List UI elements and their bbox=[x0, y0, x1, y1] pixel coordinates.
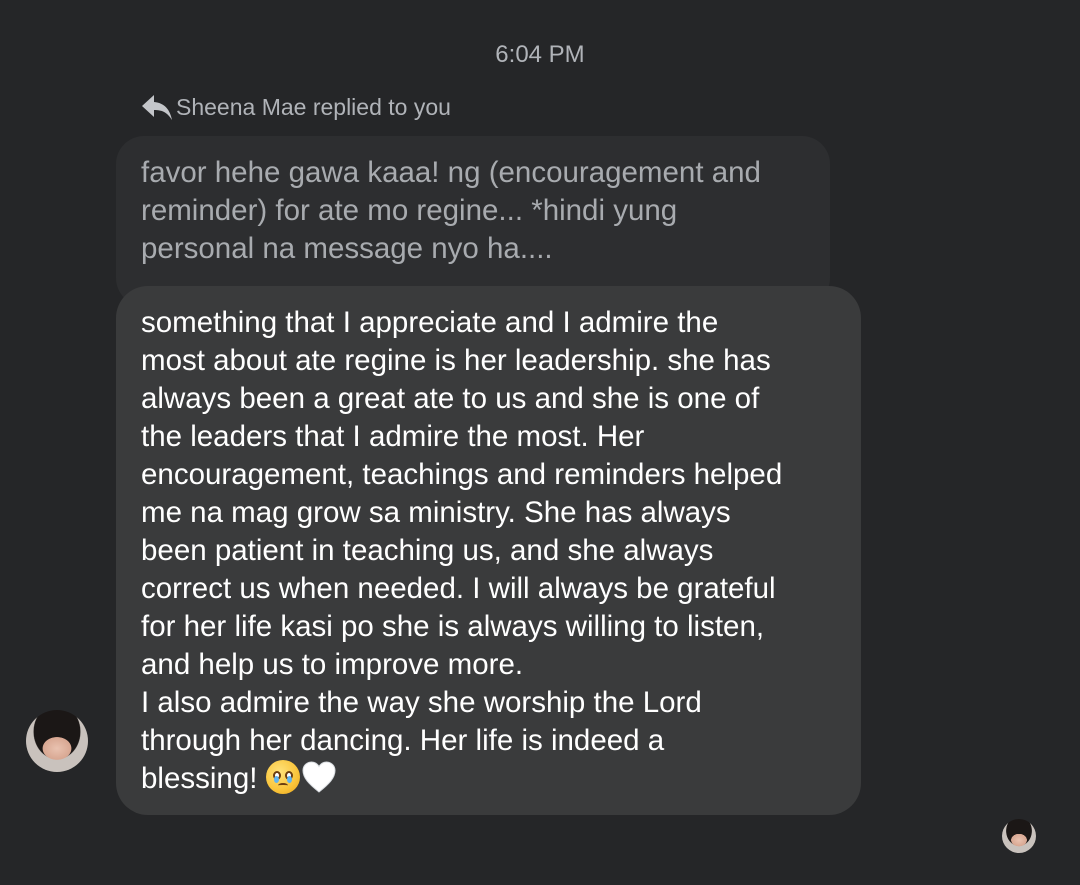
reply-arrow-icon bbox=[140, 90, 174, 124]
face-holding-back-tears-emoji bbox=[265, 760, 300, 794]
message-text: something that I appreciate and I admire… bbox=[141, 304, 845, 798]
read-receipt-avatar bbox=[1002, 819, 1036, 853]
white-heart-emoji bbox=[301, 760, 337, 794]
quoted-message-bubble[interactable]: favor hehe gawa kaaa! ng (encouragement … bbox=[116, 136, 830, 306]
message-body: something that I appreciate and I admire… bbox=[141, 306, 783, 795]
reply-label: Sheena Mae replied to you bbox=[176, 94, 451, 120]
reply-indicator: Sheena Mae replied to you bbox=[140, 90, 451, 124]
message-timestamp: 6:04 PM bbox=[495, 41, 585, 68]
quoted-message-text: favor hehe gawa kaaa! ng (encouragement … bbox=[141, 156, 761, 265]
message-bubble[interactable]: something that I appreciate and I admire… bbox=[116, 286, 861, 815]
sender-avatar[interactable] bbox=[26, 710, 88, 772]
